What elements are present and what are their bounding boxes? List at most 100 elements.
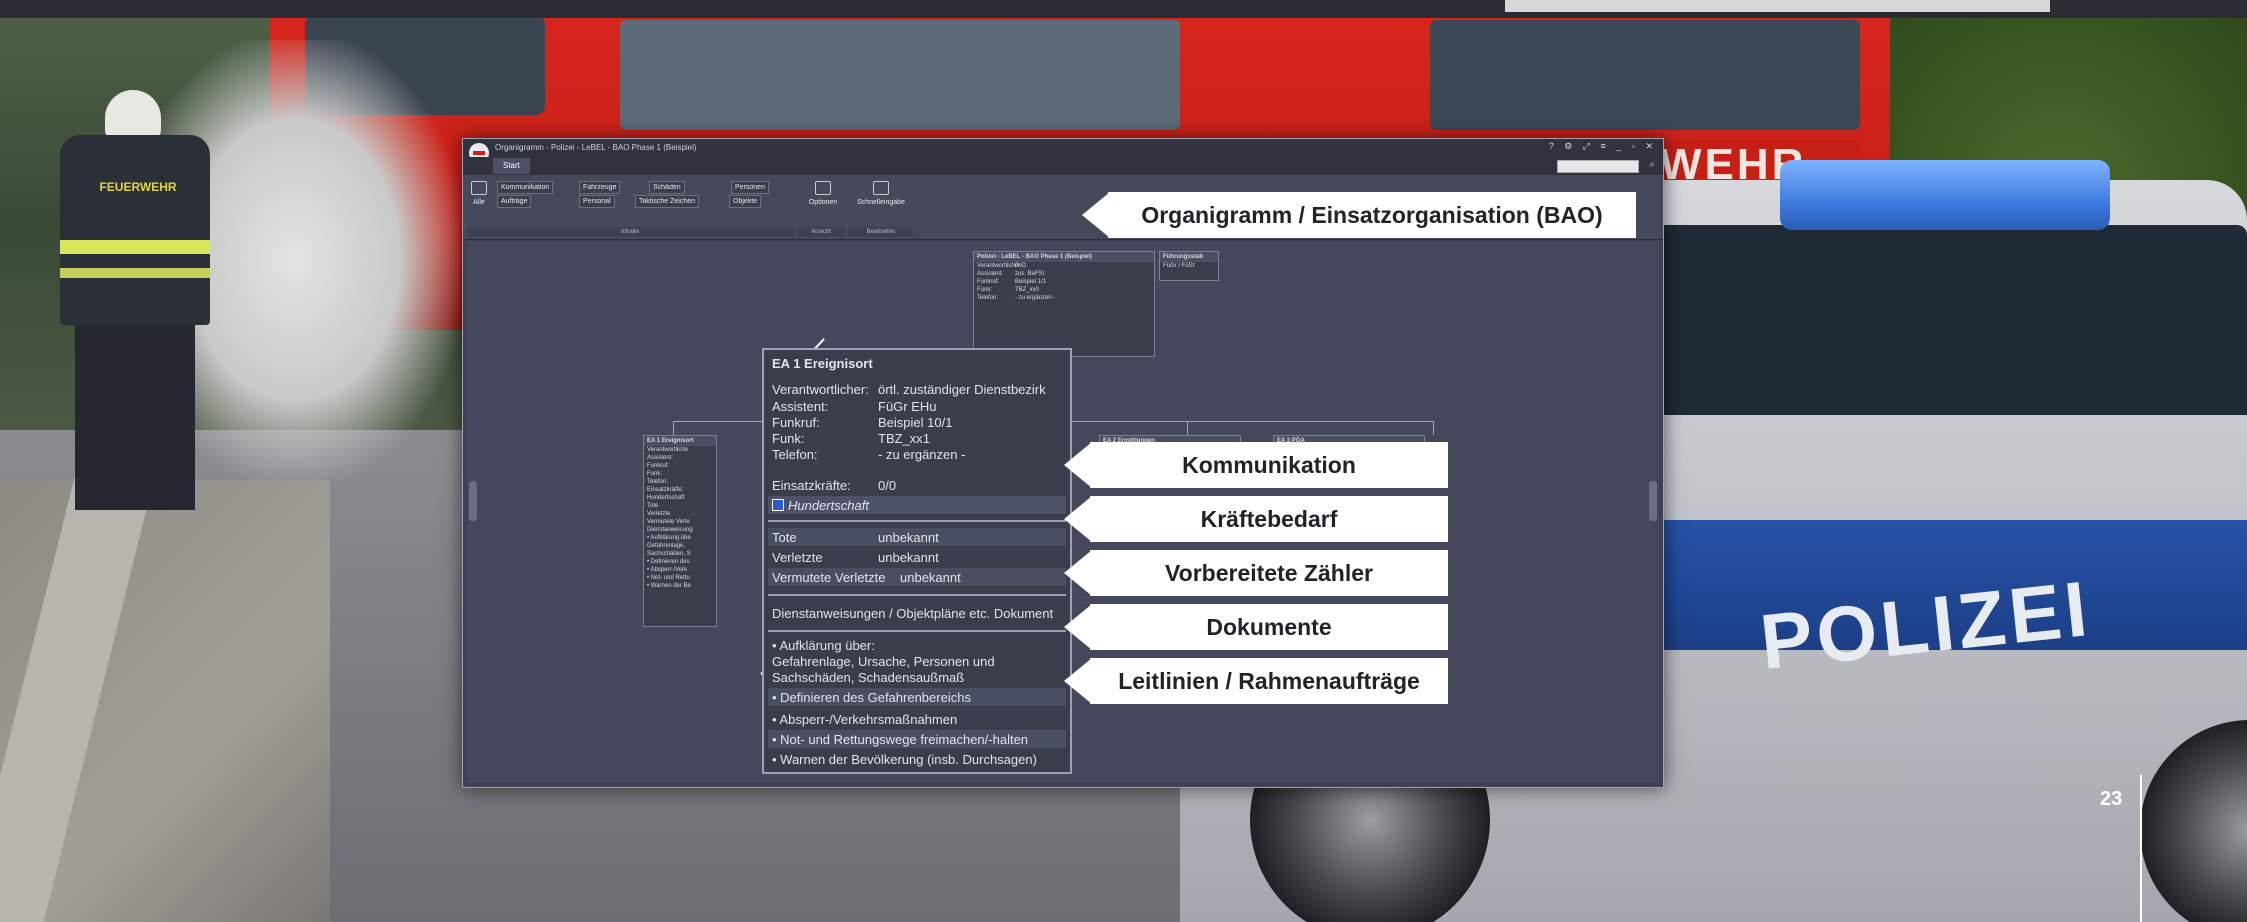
counter-vermutete-verletzte[interactable]: Vermutete Verletzte unbekannt bbox=[772, 570, 961, 585]
org-node-row: Funk: TBZ_xx0 bbox=[977, 287, 1040, 293]
page-number: 23 bbox=[2100, 788, 2123, 810]
alle-button[interactable]: Alle bbox=[469, 181, 489, 206]
org-node-row: Funk: bbox=[647, 471, 663, 477]
zoom-title: EA 1 Ereignisort bbox=[772, 356, 873, 371]
firefighter-legs bbox=[75, 325, 195, 510]
separator bbox=[768, 520, 1066, 522]
collapse-left-handle[interactable] bbox=[469, 481, 477, 521]
tab-start[interactable]: Start bbox=[493, 158, 530, 174]
org-node-row: Verantwortlicher:PvD bbox=[977, 263, 1027, 269]
counter-verletzte[interactable]: Verletzte unbekannt bbox=[772, 550, 939, 565]
org-node-fuehrungsstab[interactable]: Führungsstab FüGr / FüSt bbox=[1159, 251, 1219, 281]
separator bbox=[768, 630, 1066, 632]
hundertschaft-color-icon bbox=[772, 499, 784, 511]
org-node-row: Vermutete Verle bbox=[647, 519, 690, 525]
org-node-root[interactable]: Polizei - LeBEL - BAO Phase 1 (Beispiel)… bbox=[973, 251, 1155, 357]
guideline-item: • Aufklärung über: bbox=[772, 638, 875, 653]
connector-line bbox=[673, 421, 674, 435]
callout-pointer bbox=[1064, 658, 1092, 704]
callout-pointer bbox=[1064, 604, 1092, 650]
callout-pointer bbox=[1064, 442, 1092, 488]
org-node-title: EA 1 Ereignisort bbox=[644, 436, 716, 446]
window-title: Organigramm - Polizei - LeBEL - BAO Phas… bbox=[495, 143, 697, 152]
callout-kommunikation: Kommunikation bbox=[1090, 442, 1448, 488]
guideline-item: • Absperr-/Verkehrsmaßnahmen bbox=[772, 712, 958, 727]
auftraege-button[interactable]: Aufträge bbox=[497, 195, 532, 208]
window-controls[interactable]: ? ⚙ ⤢ ≡ _ ▫ ✕ bbox=[1549, 141, 1657, 152]
connector-line bbox=[1187, 421, 1188, 435]
kommunikation-button[interactable]: Kommunikation bbox=[497, 181, 554, 194]
search-icon[interactable]: ⌕ bbox=[1649, 159, 1655, 170]
callout-organigramm: Organigramm / Einsatzorganisation (BAO) bbox=[1108, 192, 1636, 238]
callout-zaehler: Vorbereitete Zähler bbox=[1090, 550, 1448, 596]
zoom-row-funkruf: Funkruf: Beispiel 10/1 bbox=[772, 415, 953, 430]
schnelleingabe-button[interactable]: Schnelleingabe bbox=[851, 181, 911, 206]
optionen-button[interactable]: Optionen bbox=[803, 181, 843, 206]
firefighter-jacket bbox=[60, 135, 210, 325]
ribbon-tab-row: Start ⌕ bbox=[463, 157, 1663, 175]
org-node-row: Dienstanweisung bbox=[647, 527, 693, 533]
page-rule bbox=[2140, 775, 2142, 922]
zoom-row-funk: Funk: TBZ_xx1 bbox=[772, 431, 931, 446]
title-bar: Organigramm - Polizei - LeBEL - BAO Phas… bbox=[463, 139, 1663, 163]
collapse-right-handle[interactable] bbox=[1649, 481, 1657, 521]
fire-truck-window bbox=[620, 20, 1180, 130]
schaeden-button[interactable]: Schäden bbox=[649, 181, 685, 194]
org-node-row: Funkruf: bbox=[647, 463, 670, 469]
top-strip-panel bbox=[1505, 0, 2050, 12]
firefighter: FEUERWEHR bbox=[40, 90, 230, 510]
counter-tote[interactable]: Tote unbekannt bbox=[772, 530, 939, 545]
personen-button[interactable]: Personen bbox=[731, 181, 769, 194]
org-node-row: Funkruf: Beispiel 1/1 bbox=[977, 279, 1047, 285]
guideline-item: • Not- und Rettungswege freimachen/-halt… bbox=[772, 732, 1029, 747]
fahrzeuge-button[interactable]: Fahrzeuge bbox=[579, 181, 621, 194]
separator bbox=[768, 594, 1066, 596]
org-node-row: • Warnen der Be bbox=[647, 583, 691, 589]
personal-button[interactable]: Personal bbox=[579, 195, 615, 208]
zoom-row-verantwortlicher: Verantwortlicher: örtl. zuständiger Diens… bbox=[772, 382, 1046, 397]
group-label-bearbeiten: Bearbeiten bbox=[849, 227, 913, 237]
org-node-row: Assistent: bbox=[647, 455, 674, 461]
group-label-ansicht: Ansicht bbox=[797, 227, 845, 237]
org-node-row: • Absperr-/Verk bbox=[647, 567, 688, 573]
taktische-zeichen-button[interactable]: Taktische Zeichen bbox=[635, 195, 700, 208]
guideline-item: Sachschäden, Schadensaußmaß bbox=[772, 670, 965, 685]
documents-row[interactable]: Dienstanweisungen / Objektpläne etc. Dok… bbox=[772, 606, 1053, 621]
search-input[interactable] bbox=[1557, 160, 1639, 173]
firefighter-label: FEUERWEHR bbox=[99, 180, 177, 194]
guideline-item: • Warnen der Bevölkerung (insb. Durchsag… bbox=[772, 752, 1037, 767]
select-all-icon bbox=[471, 181, 487, 195]
org-node-row: Telefon: bbox=[647, 479, 669, 485]
org-node-row: • Not- und Rettu bbox=[647, 575, 690, 581]
siren-light bbox=[1780, 160, 2110, 230]
org-node-row: Verletzte bbox=[647, 511, 671, 517]
org-node-row: Tote bbox=[647, 503, 659, 509]
callout-leitlinien: Leitlinien / Rahmenaufträge bbox=[1090, 658, 1448, 704]
alle-label: Alle bbox=[473, 199, 485, 206]
guideline-item: Gefahrenlage, Ursache, Personen und bbox=[772, 654, 995, 669]
org-node-row: Assistent: zus. BeFSt bbox=[977, 271, 1045, 277]
org-node-ea1[interactable]: EA 1 Ereignisort Verantwortliche Assiste… bbox=[643, 435, 717, 627]
org-node-row: Verantwortliche bbox=[647, 447, 689, 453]
org-node-row: Gefahrenlage, bbox=[647, 543, 686, 549]
org-node-row: FüGr / FüSt bbox=[1163, 263, 1195, 269]
zoom-row-einsatzkraefte: Einsatzkräfte: 0/0 bbox=[772, 478, 897, 493]
edit-icon bbox=[873, 181, 889, 195]
callout-pointer bbox=[1064, 550, 1092, 596]
fire-truck-window bbox=[1430, 20, 1860, 130]
callout-pointer bbox=[1064, 496, 1092, 542]
objekte-button[interactable]: Objekte bbox=[729, 195, 762, 208]
hundertschaft-row[interactable]: Hundertschaft bbox=[768, 496, 1066, 514]
zoom-row-telefon: Telefon: - zu ergänzen - bbox=[772, 447, 966, 462]
org-node-row: • Aufklärung übe bbox=[647, 535, 691, 541]
guideline-item: • Definieren des Gefahrenbereichs bbox=[772, 690, 971, 705]
reflective-stripe bbox=[60, 240, 210, 254]
reflective-stripe bbox=[60, 268, 210, 278]
org-node-row: • Definieren des bbox=[647, 559, 690, 565]
org-node-row: Hundertschaft bbox=[647, 495, 685, 501]
callout-dokumente: Dokumente bbox=[1090, 604, 1448, 650]
schnelleingabe-label: Schnelleingabe bbox=[857, 199, 905, 206]
group-label-inhalte: Inhalte bbox=[467, 227, 793, 237]
org-node-row: Einsatzkräfte: bbox=[647, 487, 684, 493]
org-node-row: Sachschäden, S bbox=[647, 551, 691, 557]
